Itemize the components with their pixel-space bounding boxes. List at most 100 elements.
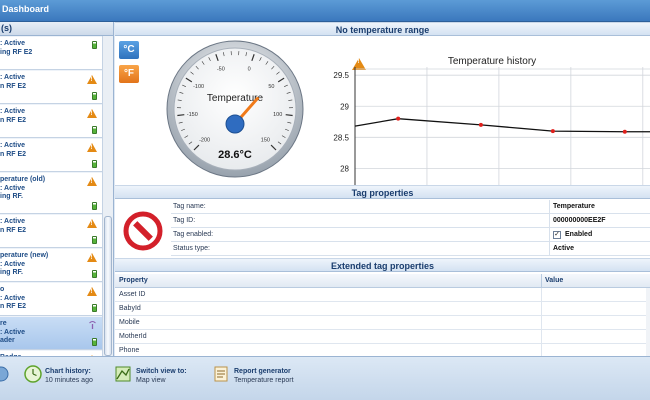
extended-property-name: BabyId — [119, 305, 141, 312]
tag-list-item[interactable]: re: Active ader — [0, 317, 102, 350]
scrollbar-thumb[interactable] — [104, 216, 112, 356]
chart-point — [478, 122, 483, 127]
extended-property-row[interactable]: MotherId — [115, 330, 650, 344]
tag-properties-title: Tag properties — [115, 185, 650, 199]
tag-property-value: Enabled — [565, 231, 593, 238]
tag-list-item[interactable]: : Active n RF E2 — [0, 215, 102, 248]
battery-icon — [92, 92, 97, 100]
temperature-gauge: -200 -150 -100 -50 0 50 100 150 Temperature 28.… — [165, 39, 305, 179]
tag-list-item[interactable]: o: Active n RF E2 — [0, 283, 102, 316]
gauge-reading: 28.6°C — [218, 149, 252, 161]
chart-y-tick-label: 28 — [340, 164, 349, 173]
temperature-history-chart: Temperature history2828.52929.5-10m-8m-6… — [330, 37, 650, 200]
chart-history-button[interactable]: Chart history: 10 minutes ago — [45, 367, 93, 385]
window-titlebar: Dashboard — [0, 0, 650, 22]
extended-properties-title: Extended tag properties — [115, 258, 650, 272]
report-generator-button[interactable]: Report generator Temperature report — [234, 367, 294, 385]
chart-y-tick-label: 29.5 — [333, 71, 349, 80]
extended-scrollbar[interactable] — [646, 288, 650, 356]
tag-list-item[interactable]: : Active n RF E2 — [0, 139, 102, 172]
warning-icon — [87, 109, 97, 119]
warning-icon — [87, 75, 97, 85]
partial-icon — [0, 365, 10, 383]
extended-property-name: Mobile — [119, 319, 140, 326]
chart-y-tick-label: 29 — [340, 102, 349, 111]
extended-property-row[interactable]: Mobile — [115, 316, 650, 330]
chart-svg: Temperature history2828.52929.5-10m-8m-6… — [333, 56, 650, 200]
gauge-hub — [225, 114, 245, 134]
gauge-tick-label: -100 — [193, 84, 204, 90]
tag-property-key: Status type: — [173, 245, 210, 252]
celsius-button[interactable]: °C — [119, 41, 139, 59]
gauge-svg: -200-150-100-50 050100150 Temperature 28.… — [166, 40, 304, 178]
tag-item-text: ing RF. — [0, 269, 23, 276]
chart-y-tick-label: 28.5 — [333, 133, 349, 142]
chart-point — [550, 129, 555, 134]
chart-point — [622, 129, 627, 134]
clock-icon[interactable] — [24, 365, 42, 383]
extended-property-name: Asset ID — [119, 291, 146, 298]
tag-item-text: n RF E2 — [0, 303, 27, 310]
tag-item-text: ing RF E2 — [0, 48, 33, 56]
signal-icon — [88, 321, 97, 334]
tag-list-item[interactable]: perature (new): Active ing RF. — [0, 249, 102, 282]
tag-property-value: Active — [553, 245, 575, 252]
battery-icon — [92, 202, 97, 210]
battery-icon — [92, 41, 97, 49]
tag-list-scrollbar[interactable] — [102, 36, 113, 356]
tag-item-text: re — [0, 320, 7, 327]
tag-item-text: : Active — [0, 40, 26, 47]
gauge-tick-label: -200 — [199, 137, 210, 143]
gauge-tick-label: 50 — [268, 84, 274, 90]
report-generator-title: Report generator — [234, 368, 291, 375]
tag-list-item[interactable]: perature (old): Active ing RF. — [0, 173, 102, 214]
tag-enabled-checkbox[interactable]: ✓ — [553, 231, 561, 239]
tag-property-key: Tag enabled: — [173, 231, 214, 238]
switch-view-button[interactable]: Switch view to: Map view — [136, 367, 187, 385]
tag-list-item[interactable]: : Active n RF E2 — [0, 105, 102, 138]
battery-icon — [92, 304, 97, 312]
gauge-tick-label: 150 — [261, 137, 270, 143]
tag-item-text: : Active — [0, 328, 26, 336]
column-property[interactable]: Property — [119, 277, 148, 284]
fahrenheit-button[interactable]: °F — [119, 65, 139, 83]
gauge-tick-label: 0 — [248, 66, 251, 72]
tag-item-text: ing RF. — [0, 193, 23, 200]
chart-history-title: Chart history: — [45, 368, 91, 375]
tag-property-key: Tag name: — [173, 203, 206, 210]
warning-icon — [87, 177, 97, 187]
gauge-tick-label: -50 — [217, 66, 225, 72]
column-value[interactable]: Value — [545, 277, 563, 284]
report-icon[interactable] — [212, 365, 230, 383]
chart-point — [396, 116, 401, 121]
battery-icon — [92, 270, 97, 278]
switch-view-sub: Map view — [136, 377, 166, 384]
tag-list-item[interactable]: : Active n RF E2 — [0, 71, 102, 104]
tag-property-key: Tag ID: — [173, 217, 196, 224]
battery-icon — [92, 338, 97, 346]
disabled-sign-icon — [123, 211, 163, 253]
window-title: Dashboard — [2, 4, 50, 14]
tag-property-value: Temperature — [553, 203, 595, 210]
extended-table-header: Property Value — [115, 274, 650, 288]
battery-icon — [92, 236, 97, 244]
tag-property-row: Status type: Active — [171, 242, 650, 256]
battery-icon — [92, 126, 97, 134]
tag-list-item[interactable]: : Active ing RF E2 — [0, 37, 102, 70]
chart-title: Temperature history — [448, 56, 536, 67]
tag-item-text: ader — [0, 337, 15, 344]
map-icon[interactable] — [114, 365, 132, 383]
extended-property-row[interactable]: Asset ID — [115, 288, 650, 302]
extended-property-row[interactable]: BabyId — [115, 302, 650, 316]
main-panel: No temperature range °C °F -200 -150 -100 -… — [115, 22, 650, 358]
battery-icon — [92, 160, 97, 168]
tag-list-header: (s) — [0, 22, 113, 36]
warning-icon — [87, 287, 97, 297]
chart-history-sub: 10 minutes ago — [45, 377, 93, 384]
switch-view-title: Switch view to: — [136, 368, 187, 375]
tag-property-value: 000000000EE2F — [553, 217, 606, 224]
gauge-tick-label: 100 — [273, 112, 282, 118]
gauge-tick — [177, 114, 185, 117]
tag-list-panel: (s) : Activeing RF E2: Activen RF E2: Ac… — [0, 22, 114, 356]
warning-icon — [87, 253, 97, 263]
